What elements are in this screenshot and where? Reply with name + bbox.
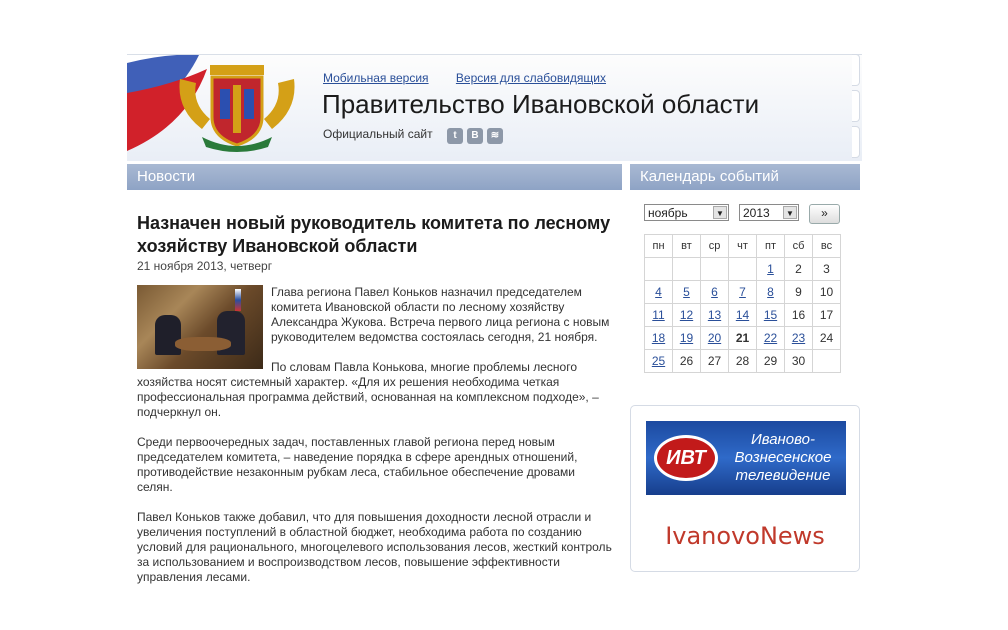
- calendar-day-cell: 9: [784, 280, 813, 304]
- calendar-day-link[interactable]: 13: [708, 308, 721, 322]
- calendar-day-cell: [672, 257, 701, 281]
- calendar-day-cell: [728, 257, 757, 281]
- next-month-button[interactable]: »: [809, 204, 840, 224]
- calendar-day-cell: [644, 257, 673, 281]
- news-heading: Новости: [127, 164, 622, 190]
- banner-box: ИВТ Иваново-Вознесенское телевидение Iva…: [630, 405, 860, 572]
- calendar-day-cell[interactable]: 25: [644, 349, 673, 373]
- news-article: Назначен новый руководитель комитета по …: [137, 212, 612, 584]
- weekday-header: пн: [644, 234, 673, 258]
- calendar-day-link[interactable]: 22: [764, 331, 777, 345]
- year-select[interactable]: 2013 ▼: [739, 204, 799, 221]
- calendar-week-row: 18 19 20 21 22 23 24: [644, 326, 841, 350]
- calendar-day-cell: 28: [728, 349, 757, 373]
- calendar-week-row: 123: [644, 257, 841, 281]
- weekday-header: вс: [812, 234, 841, 258]
- calendar-day-cell[interactable]: 1: [756, 257, 785, 281]
- rss-icon[interactable]: ≋: [487, 128, 503, 144]
- chevron-down-icon: ▼: [713, 206, 727, 219]
- calendar-today-cell: 21: [728, 326, 757, 350]
- calendar-day-cell: 24: [812, 326, 841, 350]
- calendar-day-cell[interactable]: 14: [728, 303, 757, 327]
- twitter-icon[interactable]: t: [447, 128, 463, 144]
- calendar-day-cell[interactable]: 12: [672, 303, 701, 327]
- article-paragraph: Глава региона Павел Коньков назначил пре…: [271, 285, 610, 344]
- calendar-day-link[interactable]: 7: [739, 285, 746, 299]
- calendar-day-link[interactable]: 5: [683, 285, 690, 299]
- calendar-week-row: 25 26 27 28 29 30: [644, 349, 841, 373]
- calendar-day-cell: 16: [784, 303, 813, 327]
- site-title: Правительство Ивановской области: [322, 89, 760, 119]
- calendar-day-cell[interactable]: 13: [700, 303, 729, 327]
- vkontakte-icon[interactable]: B: [467, 128, 483, 144]
- weekday-header: чт: [728, 234, 757, 258]
- calendar-day-link[interactable]: 4: [655, 285, 662, 299]
- accessible-version-link[interactable]: Версия для слабовидящих: [456, 71, 606, 85]
- weekday-header: ср: [700, 234, 729, 258]
- calendar-day-cell[interactable]: 18: [644, 326, 673, 350]
- calendar-day-cell[interactable]: 4: [644, 280, 673, 304]
- calendar-day-cell[interactable]: 15: [756, 303, 785, 327]
- ivt-logo: ИВТ: [654, 435, 718, 481]
- calendar-day-link[interactable]: 18: [652, 331, 665, 345]
- calendar-day-cell: 3: [812, 257, 841, 281]
- calendar-day-link[interactable]: 12: [680, 308, 693, 322]
- article-paragraph: Среди первоочередных задач, поставленных…: [137, 435, 578, 494]
- calendar-day-link[interactable]: 6: [711, 285, 718, 299]
- article-photo: [137, 285, 263, 369]
- top-links: Мобильная версия Версия для слабовидящих: [323, 71, 630, 85]
- year-select-value: 2013: [743, 206, 770, 220]
- mobile-version-link[interactable]: Мобильная версия: [323, 71, 429, 85]
- ivt-banner[interactable]: ИВТ Иваново-Вознесенское телевидение: [646, 421, 846, 495]
- calendar-day-cell: 10: [812, 280, 841, 304]
- calendar-day-cell: 29: [756, 349, 785, 373]
- article-paragraph: Павел Коньков также добавил, что для пов…: [137, 510, 612, 584]
- weekday-header: вт: [672, 234, 701, 258]
- calendar-day-cell[interactable]: 20: [700, 326, 729, 350]
- calendar-day-link[interactable]: 25: [652, 354, 665, 368]
- calendar-grid: пн вт ср чт пт сб вс 1 2 3 4 5 6 7 8 9 10 11 12 13 14…: [644, 234, 841, 373]
- calendar-day-cell: 26: [672, 349, 701, 373]
- calendar-day-cell: [700, 257, 729, 281]
- calendar-day-cell[interactable]: 6: [700, 280, 729, 304]
- chevron-down-icon: ▼: [783, 206, 797, 219]
- side-edge-tabs: [852, 54, 860, 164]
- coat-of-arms-icon: [179, 65, 295, 152]
- calendar-day-cell[interactable]: 8: [756, 280, 785, 304]
- calendar-day-cell: 2: [784, 257, 813, 281]
- calendar-day-link[interactable]: 14: [736, 308, 749, 322]
- social-links: t B ≋: [447, 128, 503, 144]
- article-date: 21 ноября 2013, четверг: [137, 259, 273, 273]
- ivanovonews-banner[interactable]: IvanovoNews: [631, 522, 859, 550]
- calendar-day-cell[interactable]: 23: [784, 326, 813, 350]
- calendar-day-cell: 30: [784, 349, 813, 373]
- calendar-week-row: 4 5 6 7 8 9 10: [644, 280, 841, 304]
- calendar-day-cell: 17: [812, 303, 841, 327]
- calendar-day-link[interactable]: 8: [767, 285, 774, 299]
- month-select-value: ноябрь: [648, 206, 688, 220]
- site-subtitle: Официальный сайт: [323, 127, 433, 141]
- weekday-header: сб: [784, 234, 813, 258]
- calendar-day-link[interactable]: 23: [792, 331, 805, 345]
- article-title[interactable]: Назначен новый руководитель комитета по …: [137, 212, 612, 258]
- month-select[interactable]: ноябрь ▼: [644, 204, 729, 221]
- calendar-day-link[interactable]: 1: [767, 262, 774, 276]
- calendar-day-link[interactable]: 15: [764, 308, 777, 322]
- calendar-day-link[interactable]: 11: [652, 308, 664, 322]
- calendar-day-cell: [812, 349, 841, 373]
- weekday-header: пт: [756, 234, 785, 258]
- calendar-day-cell[interactable]: 22: [756, 326, 785, 350]
- calendar-day-cell: 27: [700, 349, 729, 373]
- calendar-day-link[interactable]: 20: [708, 331, 721, 345]
- calendar-day-cell[interactable]: 19: [672, 326, 701, 350]
- calendar-heading: Календарь событий: [630, 164, 860, 190]
- calendar-day-cell[interactable]: 7: [728, 280, 757, 304]
- ivt-banner-text: Иваново-Вознесенское телевидение: [734, 431, 832, 484]
- calendar-day-cell[interactable]: 11: [644, 303, 673, 327]
- site-header: Мобильная версия Версия для слабовидящих…: [127, 54, 862, 161]
- calendar-day-link[interactable]: 19: [680, 331, 693, 345]
- calendar-week-row: 11 12 13 14 15 16 17: [644, 303, 841, 327]
- calendar-day-cell[interactable]: 5: [672, 280, 701, 304]
- article-paragraph: По словам Павла Конькова, многие проблем…: [137, 360, 599, 419]
